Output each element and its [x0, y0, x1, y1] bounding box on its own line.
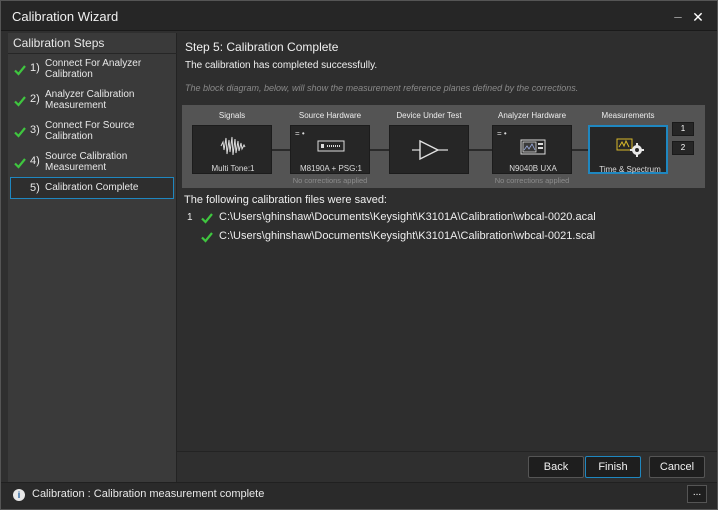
calibration-wizard-window: Calibration Wizard _ ✕ Calibration Steps…	[0, 0, 718, 510]
close-button[interactable]: ✕	[691, 10, 705, 24]
title-bar: Calibration Wizard _ ✕	[1, 1, 717, 31]
step-number: 4)	[30, 155, 40, 167]
status-bar: i Calibration : Calibration measurement …	[1, 482, 717, 509]
file-path: C:\Users\ghinshaw\Documents\Keysight\K31…	[219, 230, 596, 242]
source-caption: M8190A + PSG:1	[299, 164, 363, 173]
window-title: Calibration Wizard	[12, 9, 119, 24]
step-title: Step 5: Calibration Complete	[185, 40, 339, 54]
check-icon	[14, 158, 26, 169]
multitone-icon	[219, 134, 247, 158]
saved-file-row: C:\Users\ghinshaw\Documents\Keysight\K31…	[187, 230, 687, 246]
file-index: 1	[187, 212, 193, 223]
source-header: Source Hardware	[298, 111, 362, 120]
measurements-header: Measurements	[601, 111, 655, 120]
step-item-1[interactable]: 1) Connect For Analyzer Calibration	[11, 56, 175, 84]
status-message: Calibration : Calibration measurement co…	[32, 488, 265, 500]
measurements-block: Measurements Time & Spectrum	[584, 105, 672, 188]
step-number: 2)	[30, 93, 40, 105]
steps-divider	[8, 53, 177, 54]
step-item-5[interactable]: 5) Calibration Complete	[10, 177, 174, 199]
signals-header: Signals	[218, 111, 246, 120]
step-label: Connect For Analyzer Calibration	[45, 58, 142, 80]
analyzer-note: No corrections applied	[494, 176, 570, 185]
step-label: Analyzer Calibration Measurement	[45, 89, 135, 111]
spectrum-analyzer-icon	[519, 134, 547, 158]
dut-block: Device Under Test	[385, 105, 473, 188]
source-correction-marker: = •	[295, 129, 305, 138]
steps-title: Calibration Steps	[13, 36, 105, 50]
step-item-3[interactable]: 3) Connect For Source Calibration	[11, 118, 175, 146]
time-spectrum-gear-icon	[616, 135, 644, 159]
analyzer-hardware-block: Analyzer Hardware = • N9040B UXA No corr…	[488, 105, 576, 188]
step-item-4[interactable]: 4) Source Calibration Measurement	[11, 149, 175, 177]
step-number: 5)	[30, 182, 40, 194]
step-number: 3)	[30, 124, 40, 136]
calibration-steps-panel: Calibration Steps 1) Connect For Analyze…	[8, 33, 177, 482]
measurement-1-button[interactable]: 1	[672, 122, 694, 136]
analyzer-header: Analyzer Hardware	[497, 111, 567, 120]
step-number: 1)	[30, 62, 40, 74]
check-icon	[201, 232, 213, 243]
status-details-button[interactable]: ...	[687, 485, 707, 503]
measurements-caption: Time & Spectrum	[599, 165, 661, 174]
finish-button[interactable]: Finish	[585, 456, 641, 478]
dut-header: Device Under Test	[396, 111, 462, 120]
check-icon	[14, 96, 26, 107]
check-icon	[14, 127, 26, 138]
signals-box[interactable]: Multi Tone:1	[192, 125, 272, 174]
success-message: The calibration has completed successful…	[185, 60, 378, 71]
button-bar-divider	[177, 451, 717, 452]
amplifier-icon	[412, 138, 448, 162]
step-label: Source Calibration Measurement	[45, 151, 128, 173]
signal-generator-icon	[317, 134, 345, 158]
signals-block: Signals Multi Tone:1	[188, 105, 276, 188]
step-label: Connect For Source Calibration	[45, 120, 135, 142]
step-item-2[interactable]: 2) Analyzer Calibration Measurement	[11, 87, 175, 115]
back-button[interactable]: Back	[528, 456, 584, 478]
file-path: C:\Users\ghinshaw\Documents\Keysight\K31…	[219, 211, 596, 223]
saved-file-row: 1 C:\Users\ghinshaw\Documents\Keysight\K…	[187, 211, 687, 227]
signals-caption: Multi Tone:1	[211, 164, 255, 173]
check-icon	[201, 213, 213, 224]
measurement-2-button[interactable]: 2	[672, 141, 694, 155]
source-hardware-block: Source Hardware = • M8190A + PSG:1 No co…	[286, 105, 374, 188]
source-note: No corrections applied	[292, 176, 368, 185]
analyzer-correction-marker: = •	[497, 129, 507, 138]
measurements-box[interactable]: Time & Spectrum	[588, 125, 668, 174]
diagram-hint: The block diagram, below, will show the …	[185, 83, 579, 93]
saved-files-title: The following calibration files were sav…	[184, 194, 387, 206]
cancel-button[interactable]: Cancel	[649, 456, 705, 478]
check-icon	[14, 65, 26, 76]
step-label: Calibration Complete	[45, 182, 139, 193]
analyzer-caption: N9040B UXA	[509, 164, 557, 173]
minimize-button[interactable]: _	[671, 4, 685, 20]
step-content-panel: Step 5: Calibration Complete The calibra…	[177, 33, 717, 451]
block-diagram: Signals Multi Tone:1 Source Hardware = •…	[182, 105, 705, 188]
info-icon: i	[13, 489, 25, 501]
dut-box[interactable]	[389, 125, 469, 174]
analyzer-box[interactable]: = • N9040B UXA	[492, 125, 572, 174]
source-box[interactable]: = • M8190A + PSG:1	[290, 125, 370, 174]
